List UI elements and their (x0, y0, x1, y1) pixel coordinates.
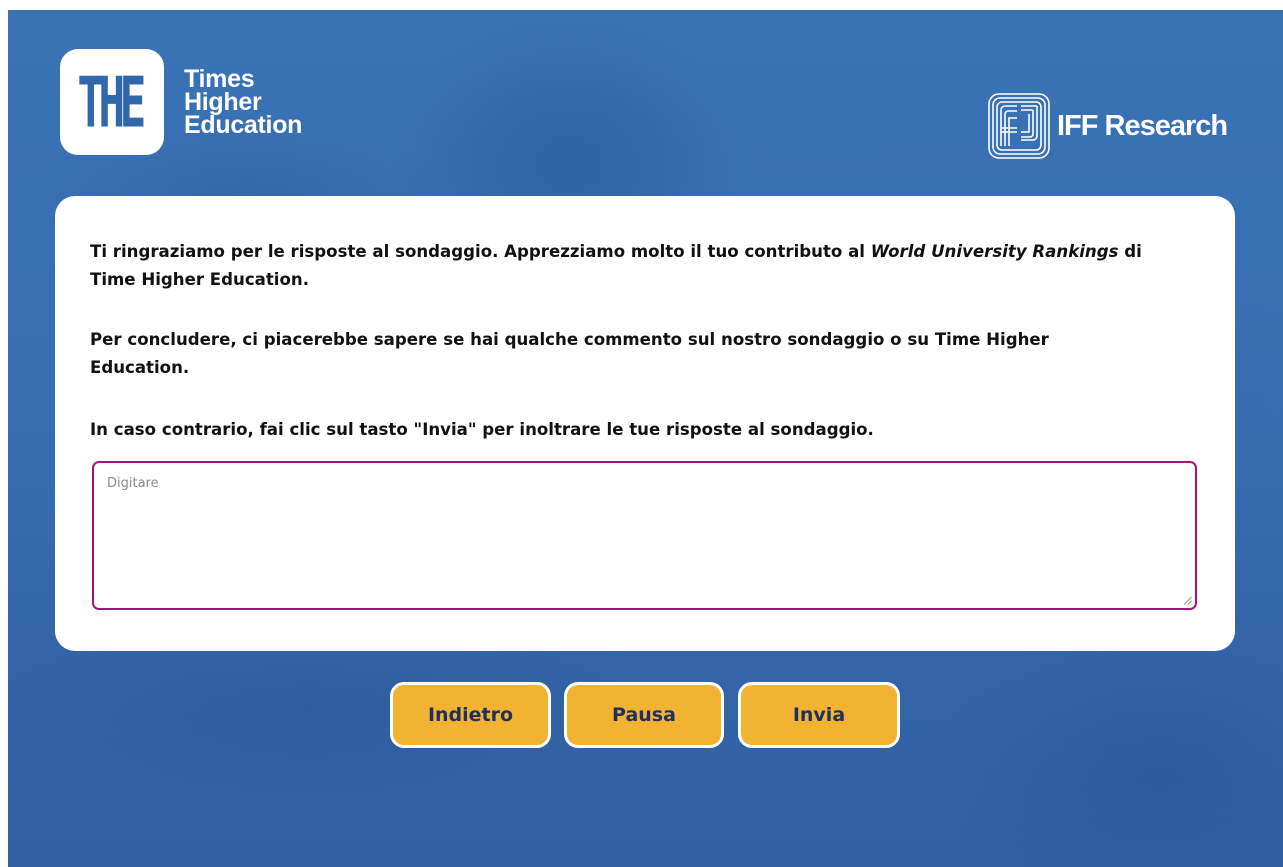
thank-you-text: Ti ringraziamo per le risposte al sondag… (90, 238, 1150, 294)
comment-request-text: Per concludere, ci piacerebbe sapere se … (90, 330, 1049, 377)
iff-logo-icon (988, 93, 1050, 159)
the-logo-wordmark: Times Higher Education (184, 66, 303, 139)
times-higher-education-logo: THE Times Higher Education (60, 49, 302, 155)
rankings-title: World University Rankings (870, 242, 1119, 261)
pause-button[interactable]: Pausa (564, 682, 724, 748)
iff-research-logo: IFF Research (987, 92, 1228, 160)
resize-handle-icon[interactable] (1183, 596, 1192, 605)
submit-button[interactable]: Invia (738, 682, 900, 748)
submit-instructions-text: In caso contrario, fai clic sul tasto "I… (90, 420, 874, 439)
the-logo-word-education: Education (184, 110, 303, 139)
back-button[interactable]: Indietro (390, 682, 551, 748)
the-logo-mark-text: THE (77, 61, 146, 143)
the-logo-mark: THE (60, 49, 164, 155)
comment-input[interactable] (94, 463, 1195, 608)
iff-logo-text: IFF Research (1057, 109, 1228, 142)
survey-card: Ti ringraziamo per le risposte al sondag… (55, 196, 1235, 651)
page-background: THE Times Higher Education IFF Research … (8, 10, 1283, 867)
thank-you-text-start: Ti ringraziamo per le risposte al sondag… (90, 242, 871, 261)
comment-field (92, 461, 1197, 610)
